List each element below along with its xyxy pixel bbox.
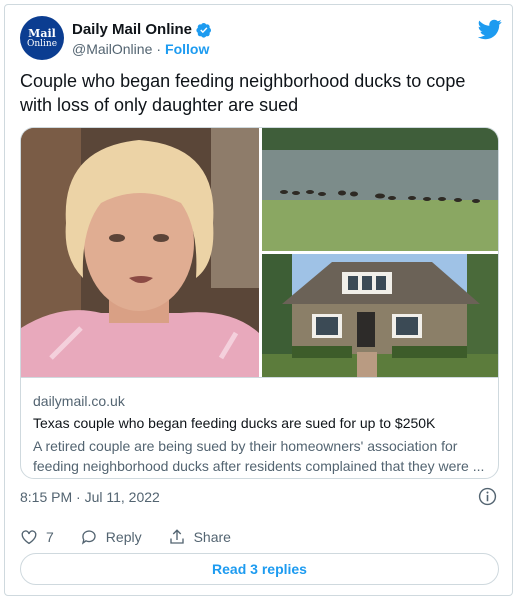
link-title: Texas couple who began feeding ducks are… <box>33 415 436 431</box>
account-name[interactable]: Daily Mail Online <box>72 21 192 38</box>
reply-label: Reply <box>105 529 142 545</box>
photo-house[interactable] <box>262 254 498 377</box>
tweet-timestamp[interactable]: 8:15 PM · Jul 11, 2022 <box>20 489 160 505</box>
share-action[interactable]: Share <box>168 528 231 546</box>
account-name-row: Daily Mail Online <box>72 21 212 38</box>
handle-row: @MailOnline · Follow <box>72 41 209 57</box>
photo-woman[interactable] <box>21 128 259 377</box>
heart-icon <box>21 530 37 545</box>
account-handle[interactable]: @MailOnline <box>72 41 152 57</box>
link-description: A retired couple are being sued by their… <box>33 438 485 474</box>
tweet-actions: 7 Reply Share <box>20 525 257 549</box>
link-domain: dailymail.co.uk <box>33 393 125 409</box>
verified-badge-icon <box>196 22 212 38</box>
share-icon <box>169 529 184 544</box>
avatar-logo-line1: Mail <box>28 26 56 40</box>
tweet-embed-card: Mail Online Daily Mail Online @MailOnlin… <box>4 4 513 596</box>
reply-bubble-icon <box>81 530 96 545</box>
like-action[interactable]: 7 <box>20 528 54 546</box>
avatar[interactable]: Mail Online <box>20 16 64 60</box>
tweet-header: Mail Online Daily Mail Online @MailOnlin… <box>20 16 502 62</box>
handle-separator: · <box>156 41 162 57</box>
photo-grid[interactable] <box>21 128 498 377</box>
twitter-bird-icon[interactable] <box>478 17 502 41</box>
photo-ducks[interactable] <box>262 128 498 251</box>
info-icon[interactable] <box>478 487 497 506</box>
link-preview-card[interactable]: dailymail.co.uk Texas couple who began f… <box>20 127 499 479</box>
tweet-text: Couple who began feeding neighborhood du… <box>20 71 466 115</box>
link-preview-meta[interactable]: dailymail.co.uk Texas couple who began f… <box>21 377 498 478</box>
reply-action[interactable]: Reply <box>80 528 142 546</box>
read-replies-button[interactable]: Read 3 replies <box>20 553 499 585</box>
like-count: 7 <box>46 529 54 545</box>
follow-button[interactable]: Follow <box>165 41 209 57</box>
avatar-logo-line2: Online <box>26 38 58 49</box>
share-label: Share <box>193 529 231 545</box>
